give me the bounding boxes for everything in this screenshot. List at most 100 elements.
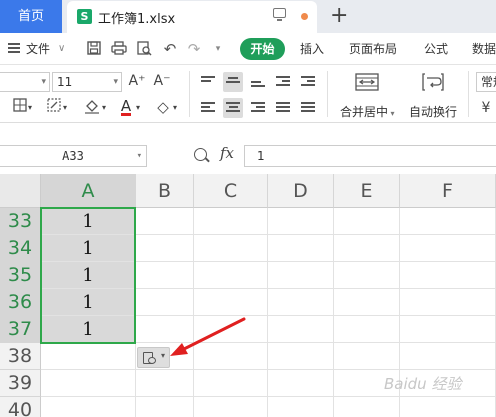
font-grow-icon[interactable]: A⁺: [127, 71, 147, 91]
cell-c39[interactable]: [194, 370, 268, 397]
workbook-tab[interactable]: S 工作簿1.xlsx: [67, 1, 317, 33]
cell-b34[interactable]: [136, 235, 194, 262]
print-icon[interactable]: [111, 41, 127, 57]
cell-e40[interactable]: [334, 397, 400, 417]
cell-a33[interactable]: 1: [41, 208, 136, 235]
insert-function-button[interactable]: fx: [220, 144, 234, 162]
monitor-icon[interactable]: [273, 8, 286, 21]
borders-dropdown-icon[interactable]: ▾: [25, 98, 35, 118]
menu-file[interactable]: 文件: [26, 33, 50, 65]
align-top-icon[interactable]: [198, 72, 218, 92]
align-bottom-icon[interactable]: [248, 72, 268, 92]
cell-b35[interactable]: [136, 262, 194, 289]
column-header-e[interactable]: E: [334, 174, 400, 208]
cell-d35[interactable]: [268, 262, 334, 289]
number-format-select[interactable]: 常规: [476, 72, 496, 92]
tab-start[interactable]: 开始: [240, 38, 285, 60]
cell-f37[interactable]: [400, 316, 496, 343]
cell-c36[interactable]: [194, 289, 268, 316]
row-header-40[interactable]: 40: [0, 397, 41, 417]
increase-indent-icon[interactable]: [298, 72, 318, 92]
cell-f33[interactable]: [400, 208, 496, 235]
cell-a36[interactable]: 1: [41, 289, 136, 316]
cell-c34[interactable]: [194, 235, 268, 262]
align-right-icon[interactable]: [248, 98, 268, 118]
formula-input[interactable]: 1: [244, 145, 496, 167]
align-left-icon[interactable]: [198, 98, 218, 118]
cell-d38[interactable]: [268, 343, 334, 370]
cell-b39[interactable]: [136, 370, 194, 397]
wrap-text-button[interactable]: 自动换行: [409, 103, 457, 120]
cell-e34[interactable]: [334, 235, 400, 262]
hamburger-icon[interactable]: [8, 43, 20, 53]
cell-e35[interactable]: [334, 262, 400, 289]
select-all-corner[interactable]: [0, 174, 41, 208]
cell-e36[interactable]: [334, 289, 400, 316]
decrease-indent-icon[interactable]: [273, 72, 293, 92]
justify-icon[interactable]: [273, 98, 293, 118]
cell-f40[interactable]: [400, 397, 496, 417]
name-box[interactable]: A33 ▾: [0, 145, 147, 167]
row-header-37[interactable]: 37: [0, 316, 41, 343]
column-header-b[interactable]: B: [136, 174, 194, 208]
cell-b33[interactable]: [136, 208, 194, 235]
clear-format-dropdown-icon[interactable]: ▾: [170, 98, 180, 118]
cell-a38[interactable]: [41, 343, 136, 370]
redo-icon[interactable]: ↷: [186, 41, 202, 57]
align-middle-icon[interactable]: [223, 72, 243, 92]
new-tab-button[interactable]: +: [330, 3, 348, 29]
cell-c35[interactable]: [194, 262, 268, 289]
cell-a39[interactable]: [41, 370, 136, 397]
cell-b40[interactable]: [136, 397, 194, 417]
cell-a35[interactable]: 1: [41, 262, 136, 289]
column-header-f[interactable]: F: [400, 174, 496, 208]
column-header-a[interactable]: A: [41, 174, 136, 208]
quick-access-dropdown-icon[interactable]: ▾: [210, 41, 226, 57]
cell-a37[interactable]: 1: [41, 316, 136, 343]
cell-f34[interactable]: [400, 235, 496, 262]
save-icon[interactable]: [86, 41, 102, 57]
cell-d33[interactable]: [268, 208, 334, 235]
chevron-down-icon[interactable]: ∨: [58, 33, 65, 65]
cell-style-dropdown-icon[interactable]: ▾: [60, 98, 70, 118]
cell-d40[interactable]: [268, 397, 334, 417]
font-shrink-icon[interactable]: A⁻: [152, 71, 172, 91]
undo-icon[interactable]: ↶: [162, 41, 178, 57]
cell-a34[interactable]: 1: [41, 235, 136, 262]
cell-a40[interactable]: [41, 397, 136, 417]
cell-d39[interactable]: [268, 370, 334, 397]
cell-d37[interactable]: [268, 316, 334, 343]
font-name-select[interactable]: ▾: [0, 72, 50, 92]
cell-e38[interactable]: [334, 343, 400, 370]
cell-d34[interactable]: [268, 235, 334, 262]
cell-f36[interactable]: [400, 289, 496, 316]
print-preview-icon[interactable]: [136, 41, 152, 57]
merge-center-icon[interactable]: [354, 73, 380, 93]
row-header-35[interactable]: 35: [0, 262, 41, 289]
home-tab[interactable]: 首页: [0, 0, 62, 33]
tab-data[interactable]: 数据: [472, 33, 496, 65]
cell-f35[interactable]: [400, 262, 496, 289]
currency-icon[interactable]: ¥: [476, 98, 496, 118]
cell-f38[interactable]: [400, 343, 496, 370]
cell-d36[interactable]: [268, 289, 334, 316]
row-header-34[interactable]: 34: [0, 235, 41, 262]
column-header-d[interactable]: D: [268, 174, 334, 208]
row-header-39[interactable]: 39: [0, 370, 41, 397]
distributed-align-icon[interactable]: [298, 98, 318, 118]
cell-c40[interactable]: [194, 397, 268, 417]
fill-color-dropdown-icon[interactable]: ▾: [99, 98, 109, 118]
align-center-icon[interactable]: [223, 98, 243, 118]
font-color-dropdown-icon[interactable]: ▾: [133, 98, 143, 118]
cell-e33[interactable]: [334, 208, 400, 235]
tab-insert[interactable]: 插入: [300, 33, 324, 65]
cell-b36[interactable]: [136, 289, 194, 316]
wrap-text-icon[interactable]: [421, 73, 445, 93]
row-header-38[interactable]: 38: [0, 343, 41, 370]
column-header-c[interactable]: C: [194, 174, 268, 208]
row-header-36[interactable]: 36: [0, 289, 41, 316]
row-header-33[interactable]: 33: [0, 208, 41, 235]
merge-center-button[interactable]: 合并居中 ▾: [340, 103, 395, 120]
tab-formula[interactable]: 公式: [424, 33, 448, 65]
tab-page-layout[interactable]: 页面布局: [349, 33, 397, 65]
